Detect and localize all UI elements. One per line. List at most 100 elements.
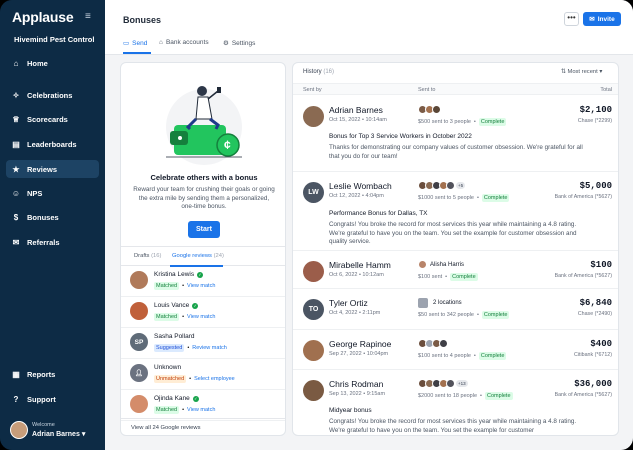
sidebar-item-leaderboards[interactable]: ▤ Leaderboards bbox=[6, 135, 99, 153]
status-badge: Complete bbox=[450, 273, 478, 281]
help-icon: ? bbox=[13, 394, 19, 404]
table-row[interactable]: Adrian Barnes Oct 15, 2022 • 10:14am $50… bbox=[293, 96, 618, 172]
avatar: TO bbox=[303, 299, 324, 320]
sidebar-item-home[interactable]: ⌂ Home bbox=[6, 54, 99, 72]
sidebar-item-reviews[interactable]: ★ Reviews bbox=[6, 160, 99, 178]
tab-send[interactable]: ▭ Send bbox=[123, 39, 147, 48]
select-employee-link[interactable]: Select employee bbox=[194, 376, 235, 382]
sidebar-item-celebrations[interactable]: ✧ Celebrations bbox=[6, 86, 99, 104]
party-icon: ✧ bbox=[12, 90, 20, 100]
table-row[interactable]: Chris Rodman Sep 13, 2022 • 9:15am +13 $… bbox=[293, 370, 618, 435]
review-match-link[interactable]: Review match bbox=[192, 345, 227, 351]
tab-bank-accounts[interactable]: ⌂ Bank accounts bbox=[159, 39, 209, 46]
list-item[interactable]: 👤︎ Unknown Unmatched • Select employee bbox=[121, 359, 285, 390]
sidebar-item-nps[interactable]: ☺ NPS bbox=[6, 184, 99, 202]
status-badge: Matched bbox=[154, 406, 180, 414]
list-item[interactable]: Kristina Lewis ✓ Matched • View match bbox=[121, 266, 285, 297]
table-row[interactable]: LW Leslie Wombach Oct 12, 2022 • 4:04pm … bbox=[293, 172, 618, 251]
sort-icon: ⇅ bbox=[561, 69, 566, 75]
sidebar-item-scorecards[interactable]: ♕ Scorecards bbox=[6, 110, 99, 128]
verified-icon: ✓ bbox=[192, 302, 199, 309]
view-match-link[interactable]: View match bbox=[187, 314, 215, 320]
bank-icon: ⌂ bbox=[159, 39, 163, 46]
mail-icon: ✉ bbox=[589, 16, 595, 23]
sender-name: Chris Rodman bbox=[329, 379, 384, 389]
welcome-label: Welcome bbox=[32, 422, 55, 428]
recipients bbox=[418, 339, 448, 348]
tab-drafts[interactable]: Drafts (16) bbox=[134, 253, 161, 259]
table-header: Sent by Sent to Total bbox=[293, 83, 618, 95]
list-item[interactable]: SP Sasha Pollard Suggested • Review match bbox=[121, 328, 285, 359]
bonus-amount: $5,000 bbox=[579, 181, 612, 191]
sender-name: Leslie Wombach bbox=[329, 181, 392, 191]
sender-name: Tyler Ortiz bbox=[329, 298, 368, 308]
invite-button[interactable]: ✉ Invite bbox=[583, 12, 621, 26]
review-tabs: Drafts (16) Google reviews (24) bbox=[121, 246, 285, 267]
table-row[interactable]: George Rapinoe Sep 27, 2022 • 10:04pm $1… bbox=[293, 330, 618, 370]
view-all-reviews-link[interactable]: View all 24 Google reviews bbox=[121, 418, 285, 435]
recipients bbox=[418, 105, 441, 114]
bonus-amount: $2,100 bbox=[579, 105, 612, 115]
view-match-link[interactable]: View match bbox=[187, 407, 215, 413]
sidebar-item-bonuses[interactable]: $ Bonuses bbox=[6, 208, 99, 226]
top-bar: Bonuses ••• ✉ Invite ▭ Send ⌂ Bank accounts… bbox=[105, 0, 633, 55]
status-badge: Complete bbox=[478, 352, 507, 360]
sent-date: Oct 4, 2022 • 2:11pm bbox=[329, 310, 381, 316]
sort-dropdown[interactable]: ⇅ Most recent ▾ bbox=[561, 69, 602, 75]
column-header-sent-to: Sent to bbox=[418, 87, 436, 93]
avatar: LW bbox=[303, 182, 324, 203]
bank-account: Bank of America (*5627) bbox=[554, 392, 612, 398]
list-item[interactable]: Louis Vance ✓ Matched • View match bbox=[121, 297, 285, 328]
recipients: 2 locations bbox=[418, 298, 462, 308]
avatar bbox=[303, 261, 324, 282]
bonus-title: Performance Bonus for Dallas, TX bbox=[329, 210, 428, 217]
bonus-promo-card: ¢ Celebrate others with a bonus Reward y… bbox=[120, 62, 286, 436]
avatar bbox=[10, 421, 28, 439]
start-button[interactable]: Start bbox=[188, 221, 220, 238]
verified-icon: ✓ bbox=[197, 271, 204, 278]
tab-google-reviews[interactable]: Google reviews (24) bbox=[172, 253, 224, 259]
verified-icon: ✓ bbox=[192, 395, 199, 402]
applause-logo[interactable]: Applause bbox=[12, 9, 74, 25]
bank-account: Citibank (*6712) bbox=[574, 352, 612, 358]
chevron-down-icon: ▾ bbox=[599, 69, 603, 75]
bonus-amount: $36,000 bbox=[574, 379, 612, 389]
status-badge: Complete bbox=[481, 311, 510, 319]
bonus-illustration: ¢ bbox=[166, 86, 242, 165]
bonus-message: Congrats! You broke the record for most … bbox=[329, 221, 577, 245]
table-row[interactable]: TO Tyler Ortiz Oct 4, 2022 • 2:11pm 2 lo… bbox=[293, 289, 618, 330]
main-content: Bonuses ••• ✉ Invite ▭ Send ⌂ Bank accounts… bbox=[105, 0, 633, 450]
bank-account: Chase (*2490) bbox=[577, 311, 612, 317]
avatar bbox=[130, 395, 148, 413]
user-name: Adrian Barnes ▾ bbox=[32, 431, 86, 438]
sent-date: Sep 13, 2022 • 9:15am bbox=[329, 391, 386, 397]
status-badge: Complete bbox=[484, 392, 513, 400]
promo-description: Reward your team for crushing their goal… bbox=[133, 186, 275, 210]
sidebar-item-referrals[interactable]: ✉ Referrals bbox=[6, 233, 99, 251]
tab-settings[interactable]: ⚙ Settings bbox=[223, 39, 255, 48]
report-icon: ▦ bbox=[12, 369, 20, 379]
avatar bbox=[303, 106, 324, 127]
bonus-amount: $400 bbox=[590, 339, 612, 349]
sidebar-item-support[interactable]: ? Support bbox=[6, 390, 99, 408]
org-name[interactable]: Hivemind Pest Control bbox=[14, 35, 94, 44]
bank-account: Chase (*2299) bbox=[577, 118, 612, 124]
sender-name: George Rapinoe bbox=[329, 339, 392, 349]
view-match-link[interactable]: View match bbox=[187, 283, 215, 289]
table-row[interactable]: Mirabelle Hamm Oct 6, 2022 • 10:12am Ali… bbox=[293, 251, 618, 289]
promo-title: Celebrate others with a bonus bbox=[150, 173, 258, 182]
bank-account: Bank of America (*5627) bbox=[554, 273, 612, 279]
sent-date: Oct 6, 2022 • 10:12am bbox=[329, 272, 384, 278]
list-item[interactable]: Ojinda Kane ✓ Matched • View match bbox=[121, 390, 285, 421]
more-options-button[interactable]: ••• bbox=[564, 12, 579, 26]
avatar bbox=[130, 302, 148, 320]
sent-date: Oct 12, 2022 • 4:04pm bbox=[329, 193, 384, 199]
user-menu[interactable]: Welcome Adrian Barnes ▾ bbox=[10, 421, 100, 441]
location-icon bbox=[418, 298, 428, 308]
status-badge: Matched bbox=[154, 282, 180, 290]
sidebar: Applause ≡ Hivemind Pest Control ⌂ Home ✧… bbox=[0, 0, 105, 450]
sidebar-item-reports[interactable]: ▦ Reports bbox=[6, 365, 99, 383]
collapse-menu-icon[interactable]: ≡ bbox=[85, 11, 91, 22]
status-badge: Matched bbox=[154, 313, 180, 321]
star-icon: ★ bbox=[12, 164, 20, 174]
